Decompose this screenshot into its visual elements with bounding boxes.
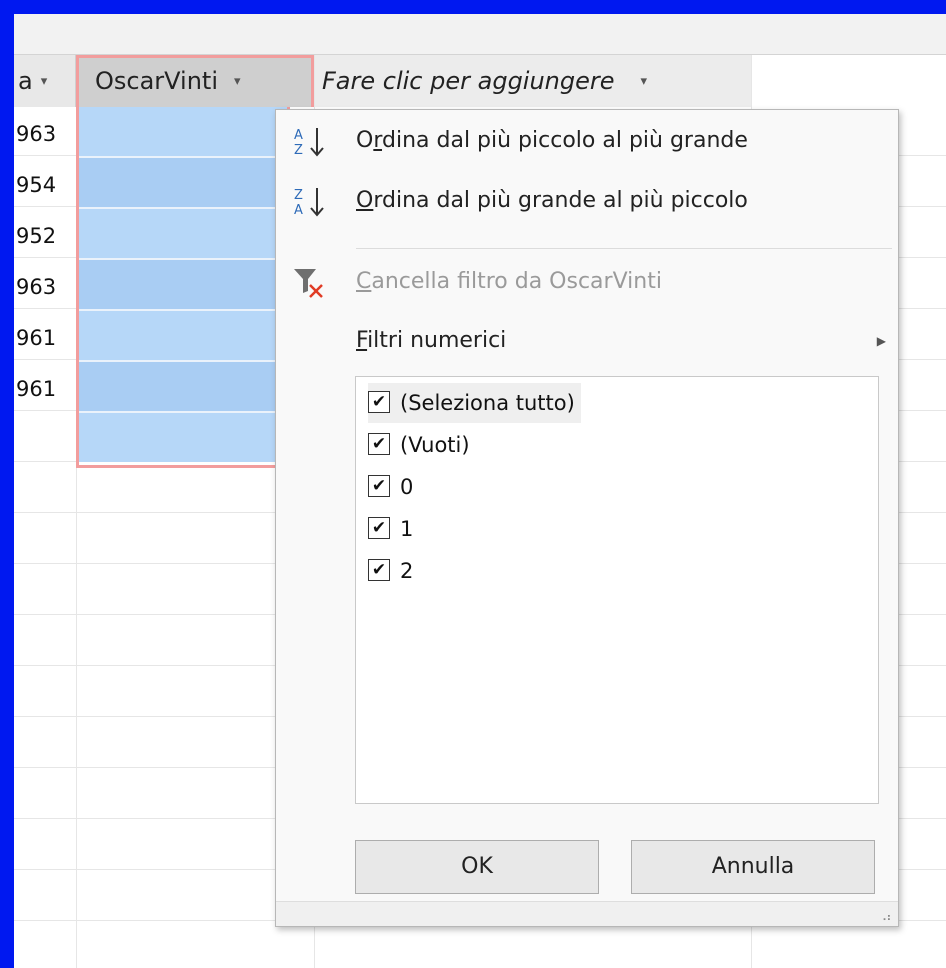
list-item-value[interactable]: ✔ 0 bbox=[368, 467, 413, 507]
clear-filter-item[interactable]: Cancella filtro da OscarVinti bbox=[276, 253, 898, 311]
sort-descending-icon: Z A bbox=[294, 188, 324, 218]
sort-ascending-accelerator: r bbox=[373, 128, 382, 153]
sort-descending-item[interactable]: Z A Ordina dal più grande al più piccolo bbox=[276, 172, 898, 230]
list-item-value[interactable]: ✔ 1 bbox=[368, 509, 413, 549]
checkbox-checked-icon[interactable]: ✔ bbox=[368, 475, 390, 497]
table-cell[interactable]: 952 bbox=[16, 212, 72, 260]
table-cell[interactable]: 961 bbox=[16, 365, 72, 413]
list-item-label: 0 bbox=[400, 475, 414, 499]
sort-ascending-label: dina dal più piccolo al più grande bbox=[382, 128, 748, 153]
table-cell[interactable]: 954 bbox=[16, 161, 72, 209]
sort-ascending-icon: A Z bbox=[294, 128, 324, 158]
dropdown-arrow-icon[interactable]: ▾ bbox=[641, 74, 648, 89]
filter-menu: A Z Ordina dal più piccolo al più grande… bbox=[275, 109, 899, 927]
clear-filter-icon bbox=[294, 269, 323, 298]
column-header-label: Fare clic per aggiungere bbox=[322, 67, 615, 95]
column-header-label: OscarVinti bbox=[95, 67, 219, 95]
checkbox-checked-icon[interactable]: ✔ bbox=[368, 433, 390, 455]
cancel-button[interactable]: Annulla bbox=[631, 840, 875, 894]
dropdown-arrow-icon[interactable]: ▾ bbox=[234, 74, 241, 89]
column-header-previous[interactable]: a ▾ bbox=[14, 55, 76, 107]
svg-text:Z: Z bbox=[294, 188, 303, 203]
svg-text:A: A bbox=[294, 128, 303, 143]
selected-column[interactable] bbox=[76, 107, 290, 468]
filter-values-list[interactable]: ✔ (Seleziona tutto) ✔ (Vuoti) ✔ 0 ✔ 1 ✔ 2 bbox=[355, 376, 879, 804]
table-cell[interactable] bbox=[79, 209, 287, 260]
list-item-label: 1 bbox=[400, 517, 414, 541]
list-item-select-all[interactable]: ✔ (Seleziona tutto) bbox=[368, 383, 581, 423]
numeric-filters-item[interactable]: Filtri numerici ▶ bbox=[276, 312, 898, 370]
sort-ascending-item[interactable]: A Z Ordina dal più piccolo al più grande bbox=[276, 112, 898, 170]
sort-ascending-label-pre: O bbox=[356, 128, 374, 153]
svg-text:Z: Z bbox=[294, 143, 303, 158]
column-header-add-field[interactable]: Fare clic per aggiungere ▾ bbox=[315, 55, 751, 107]
list-item-label: 2 bbox=[400, 559, 414, 583]
menu-footer: ⠠⠆ bbox=[276, 901, 898, 926]
dropdown-arrow-icon[interactable]: ▾ bbox=[41, 74, 48, 89]
checkbox-checked-icon[interactable]: ✔ bbox=[368, 391, 390, 413]
ok-button[interactable]: OK bbox=[355, 840, 599, 894]
table-cell[interactable]: 961 bbox=[16, 314, 72, 362]
table-cell[interactable] bbox=[79, 311, 287, 362]
checkbox-checked-icon[interactable]: ✔ bbox=[368, 559, 390, 581]
resize-grip-icon[interactable]: ⠠⠆ bbox=[878, 910, 895, 924]
sort-descending-label: rdina dal più grande al più piccolo bbox=[373, 188, 748, 213]
svg-text:A: A bbox=[294, 203, 303, 218]
table-cell[interactable] bbox=[79, 413, 287, 462]
table-cell[interactable] bbox=[79, 260, 287, 311]
table-cell[interactable]: 963 bbox=[16, 263, 72, 311]
table-cell[interactable] bbox=[79, 158, 287, 209]
column-header-label: a bbox=[18, 67, 33, 95]
table-cell[interactable] bbox=[79, 362, 287, 413]
numeric-filters-label: iltri numerici bbox=[367, 328, 507, 353]
menu-separator bbox=[356, 248, 892, 249]
numeric-filters-accelerator: F bbox=[356, 328, 368, 353]
table-cell[interactable]: 963 bbox=[16, 110, 72, 158]
clear-filter-accelerator: C bbox=[356, 269, 372, 294]
column-header-oscarvinti[interactable]: OscarVinti ▾ bbox=[76, 55, 314, 107]
submenu-arrow-icon: ▶ bbox=[876, 334, 886, 348]
clear-filter-label: ancella filtro da OscarVinti bbox=[371, 269, 662, 294]
list-item-label: (Seleziona tutto) bbox=[400, 391, 575, 415]
list-item-label: (Vuoti) bbox=[400, 433, 470, 457]
list-item-value[interactable]: ✔ 2 bbox=[368, 551, 413, 591]
toolbar-strip bbox=[14, 14, 946, 55]
list-item-blanks[interactable]: ✔ (Vuoti) bbox=[368, 425, 470, 465]
table-cell[interactable] bbox=[79, 107, 287, 158]
access-window: a ▾ OscarVinti ▾ Fare clic per aggiungere ▾… bbox=[14, 14, 946, 968]
checkbox-checked-icon[interactable]: ✔ bbox=[368, 517, 390, 539]
sort-descending-accelerator: O bbox=[356, 188, 374, 213]
